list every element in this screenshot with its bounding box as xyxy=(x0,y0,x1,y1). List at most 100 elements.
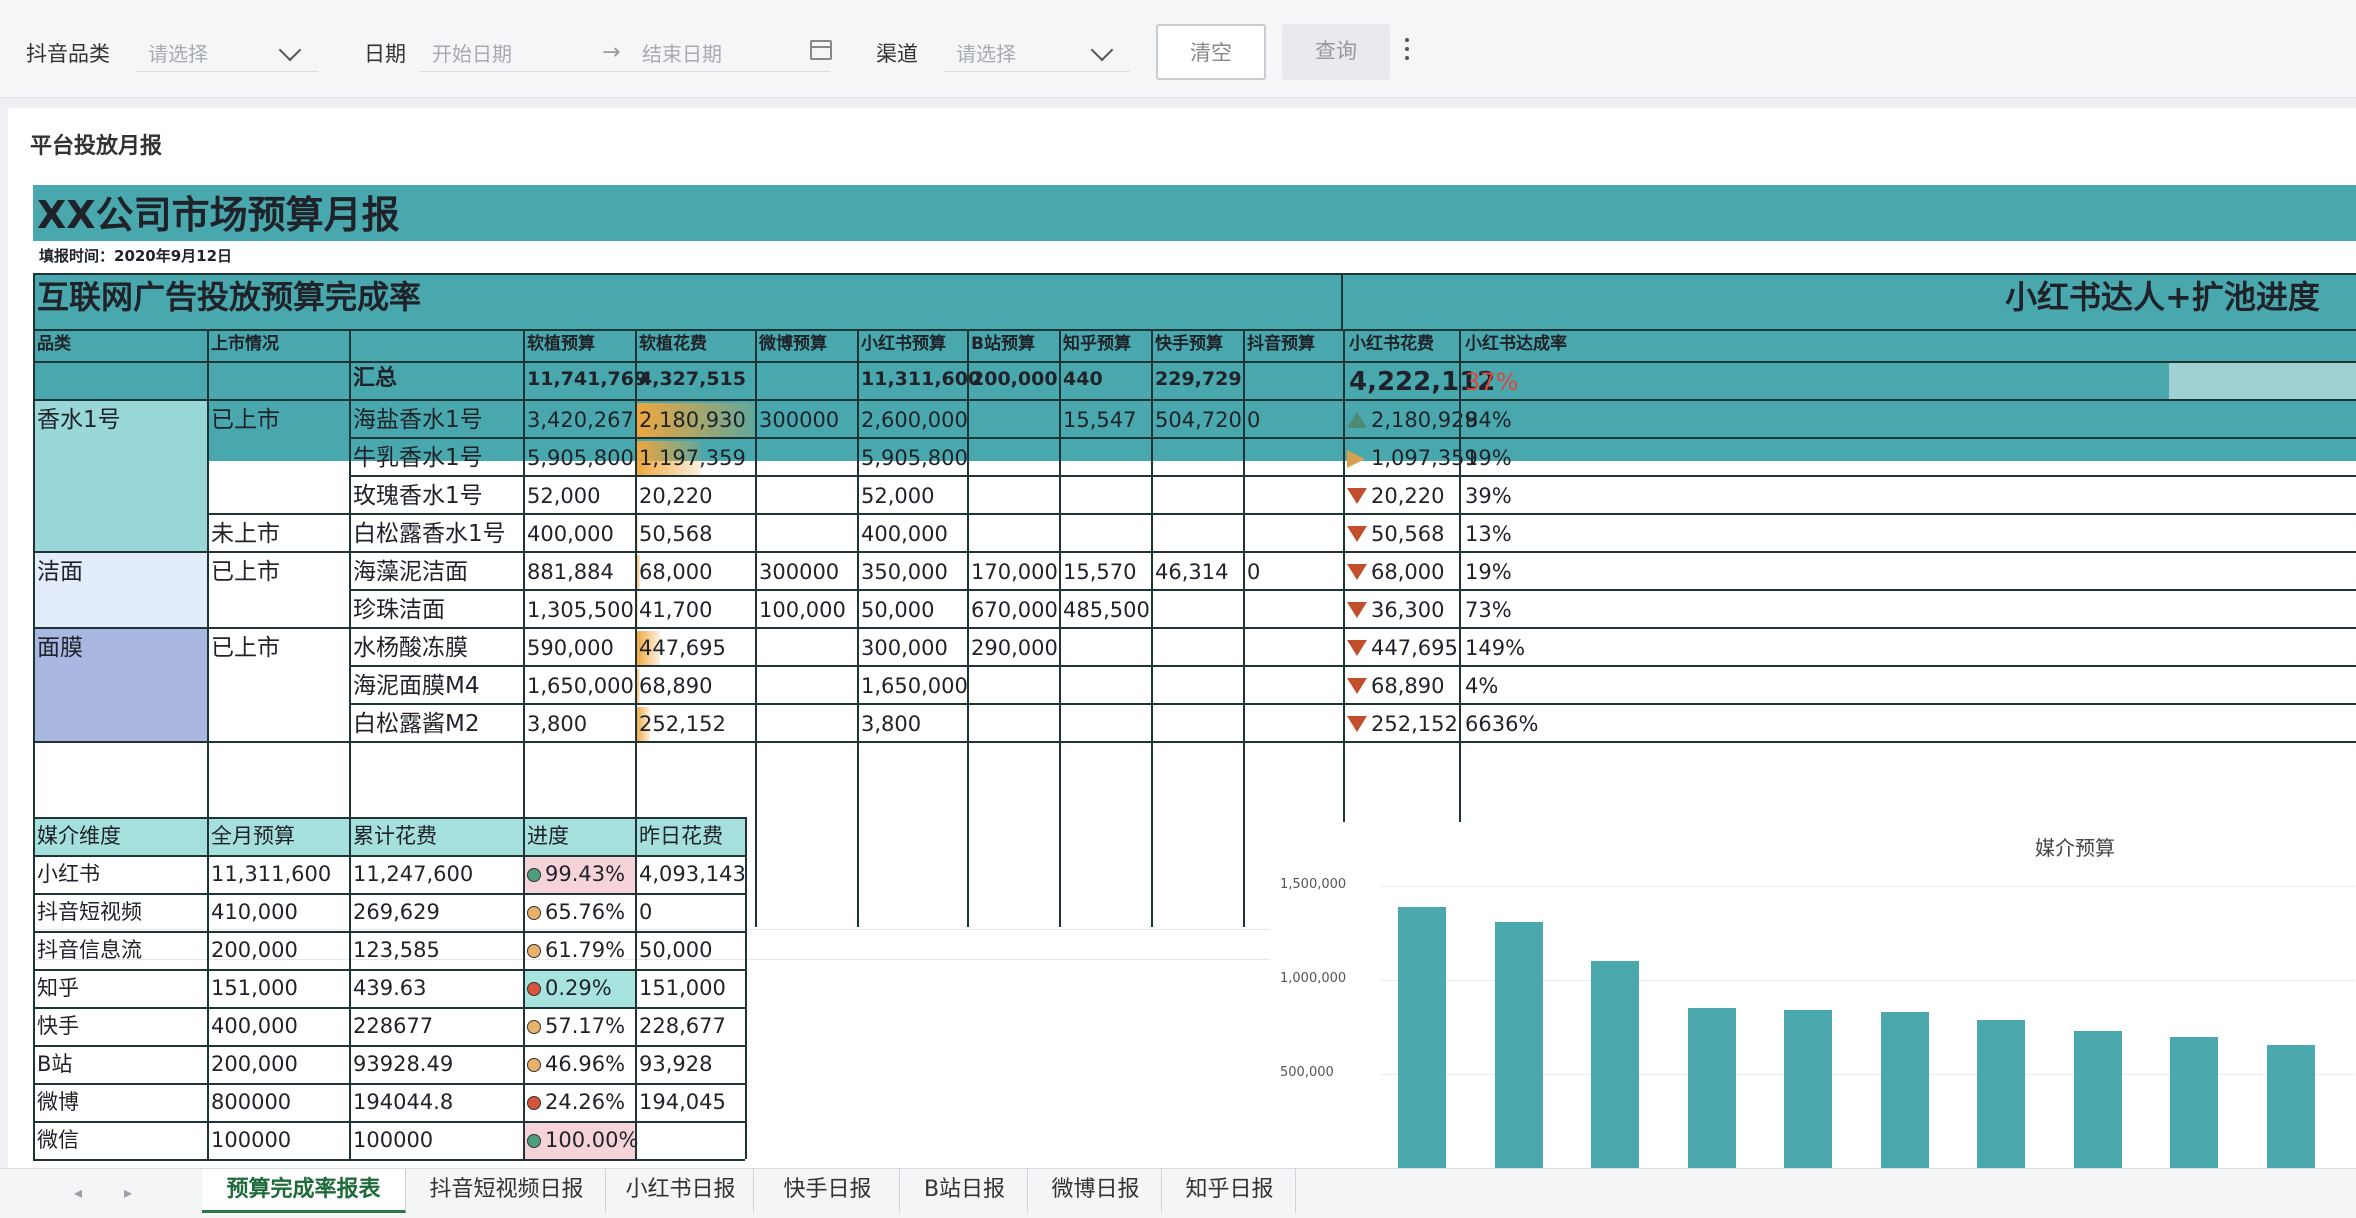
cell-weibo: 300000 xyxy=(759,560,840,584)
media-yesterday: 151,000 xyxy=(639,976,726,1000)
cell-rate: 19% xyxy=(1465,560,1512,584)
cell-xhs-spend: 447,695 xyxy=(1371,636,1458,660)
status-dot-icon xyxy=(527,906,541,920)
cell-soft_budget: 1,650,000 xyxy=(527,674,634,698)
header-cell: 快手预算 xyxy=(1155,334,1223,354)
cell-soft_spend: 41,700 xyxy=(639,598,713,622)
cell-bili: 290,000 xyxy=(971,636,1058,660)
cell-soft_spend: 2,180,930 xyxy=(639,408,746,432)
v-line xyxy=(1151,329,1153,927)
media-spent: 93928.49 xyxy=(353,1052,454,1076)
progress-value: 0.29% xyxy=(545,976,612,1000)
tab-sheet[interactable]: 抖音短视频日报 xyxy=(408,1169,606,1213)
media-spent: 269,629 xyxy=(353,900,440,924)
media-v-line xyxy=(33,817,35,1159)
category-label: 面膜 xyxy=(37,635,83,661)
cell-soft_spend: 447,695 xyxy=(639,636,726,660)
media-spent: 439.63 xyxy=(353,976,427,1000)
query-button[interactable]: 查询 xyxy=(1282,24,1390,80)
tab-sheet[interactable]: 小红书日报 xyxy=(608,1169,754,1213)
media-name: 微信 xyxy=(37,1128,79,1152)
report-title: XX公司市场预算月报 xyxy=(37,193,400,237)
media-budget: 800000 xyxy=(211,1090,292,1114)
cell-soft_budget: 3,800 xyxy=(527,712,588,736)
cell-soft_spend: 68,000 xyxy=(639,560,713,584)
media-budget: 410,000 xyxy=(211,900,298,924)
media-name: 抖音信息流 xyxy=(37,938,142,962)
channel-select[interactable]: 请选择 xyxy=(944,28,1130,72)
cell-rate: 13% xyxy=(1465,522,1512,546)
clear-button[interactable]: 清空 xyxy=(1156,24,1266,80)
media-header-cell: 昨日花费 xyxy=(639,824,723,848)
calendar-icon xyxy=(810,40,832,60)
cell-soft_spend: 252,152 xyxy=(639,712,726,736)
launch-status: 已上市 xyxy=(211,635,280,661)
date-range-picker[interactable]: 开始日期 → 结束日期 xyxy=(420,28,832,72)
h-line xyxy=(349,437,2356,439)
header-cell: 品类 xyxy=(37,334,71,354)
summary-value: 200,000 xyxy=(971,368,1058,390)
h-line xyxy=(33,361,2356,363)
next-sheet-icon[interactable]: ▸ xyxy=(124,1183,132,1202)
tab-sheet[interactable]: 快手日报 xyxy=(756,1169,900,1213)
progress-value: 24.26% xyxy=(545,1090,626,1114)
cell-soft_budget: 400,000 xyxy=(527,522,614,546)
chart-bar xyxy=(2266,1044,2315,1168)
media-v-line xyxy=(523,817,525,1159)
h-line xyxy=(349,703,2356,705)
media-yesterday: 0 xyxy=(639,900,653,924)
media-yesterday: 194,045 xyxy=(639,1090,726,1114)
media-h-line xyxy=(33,969,745,971)
media-h-line xyxy=(33,1007,745,1009)
media-yesterday: 93,928 xyxy=(639,1052,713,1076)
cell-douyin: 0 xyxy=(1247,560,1261,584)
media-budget: 151,000 xyxy=(211,976,298,1000)
summary-value: 11,311,600 xyxy=(861,368,982,390)
header-cell: 软植预算 xyxy=(527,334,595,354)
media-h-line xyxy=(33,931,745,933)
media-header-cell: 进度 xyxy=(527,824,569,848)
tab-sheet[interactable]: 知乎日报 xyxy=(1164,1169,1296,1213)
range-arrow-icon: → xyxy=(602,40,621,65)
category-label: 抖音品类 xyxy=(26,42,110,66)
chart-bar xyxy=(2170,1037,2218,1168)
prev-sheet-icon[interactable]: ◂ xyxy=(74,1183,82,1202)
cell-soft_budget: 881,884 xyxy=(527,560,614,584)
cell-product: 水杨酸冻膜 xyxy=(353,635,468,661)
media-yesterday: 228,677 xyxy=(639,1014,726,1038)
cell-xhs-spend: 50,568 xyxy=(1371,522,1445,546)
media-header-cell: 媒介维度 xyxy=(37,824,121,848)
media-spent: 228677 xyxy=(353,1014,434,1038)
chevron-down-icon xyxy=(1090,38,1114,62)
h-line xyxy=(349,513,2356,515)
header-cell: B站预算 xyxy=(971,334,1035,354)
chart-bar xyxy=(2073,1030,2122,1168)
media-progress: 57.17% xyxy=(523,1009,625,1043)
cell-soft_spend: 20,220 xyxy=(639,484,713,508)
category-select[interactable]: 请选择 xyxy=(136,28,318,72)
more-options-icon[interactable] xyxy=(1405,38,1409,60)
cell-rate: 149% xyxy=(1465,636,1526,660)
right-section-title: 小红书达人+扩池进度 xyxy=(2005,278,2320,316)
grid-line xyxy=(1380,886,2355,888)
cell-bili: 670,000 xyxy=(971,598,1058,622)
progress-value: 46.96% xyxy=(545,1052,626,1076)
media-v-line xyxy=(745,817,747,1159)
media-progress: 65.76% xyxy=(523,895,625,929)
tab-sheet[interactable]: B站日报 xyxy=(902,1169,1028,1213)
start-date-placeholder: 开始日期 xyxy=(432,42,512,66)
h-line xyxy=(33,399,2356,401)
cell-soft_budget: 1,305,500 xyxy=(527,598,634,622)
cell-xhs: 300,000 xyxy=(861,636,948,660)
tab-sheet[interactable]: 微博日报 xyxy=(1030,1169,1162,1213)
tab-budget-completion[interactable]: 预算完成率报表 xyxy=(202,1169,406,1213)
launch-status: 已上市 xyxy=(211,559,280,585)
media-progress: 99.43% xyxy=(523,857,625,891)
trend-down-icon xyxy=(1347,602,1367,618)
cell-zhihu: 15,547 xyxy=(1063,408,1137,432)
cell-xhs-spend: 252,152 xyxy=(1371,712,1458,736)
h-line xyxy=(33,329,2356,331)
filter-bar: 抖音品类 请选择 日期 开始日期 → 结束日期 渠道 请选择 清空 查询 xyxy=(0,0,2356,98)
header-cell: 软植花费 xyxy=(639,334,707,354)
trend-down-icon xyxy=(1347,640,1367,656)
